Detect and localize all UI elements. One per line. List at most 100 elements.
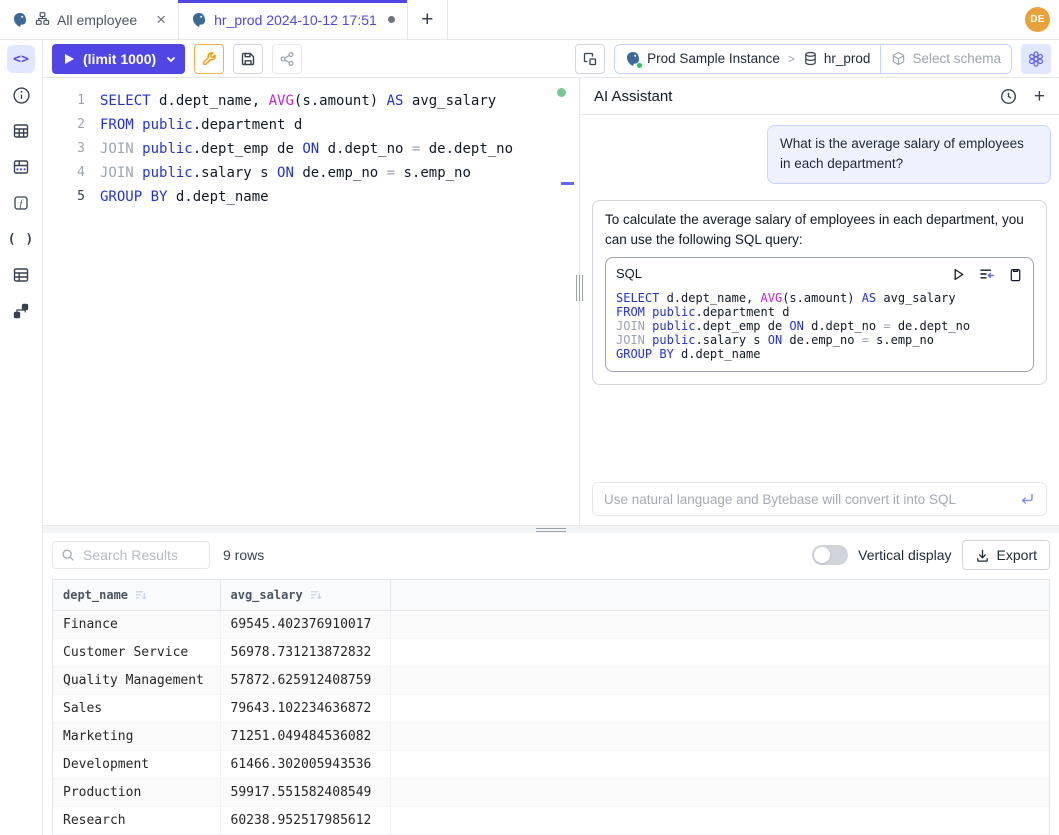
export-label: Export	[997, 547, 1037, 563]
close-tab-icon[interactable]: ×	[156, 11, 166, 28]
table-cell[interactable]: Research	[53, 806, 220, 834]
function-icon[interactable]: f	[7, 189, 35, 217]
ai-chat-area: What is the average salary of employees …	[580, 115, 1059, 474]
new-tab-button[interactable]: +	[408, 0, 448, 39]
table-cell[interactable]: 57872.625912408759	[220, 666, 390, 694]
code-line: JOIN public.dept_emp de ON d.dept_no = d…	[100, 137, 513, 161]
share-button[interactable]	[272, 44, 302, 74]
run-query-button[interactable]: (limit 1000)	[52, 44, 185, 74]
search-results-input[interactable]	[81, 546, 191, 564]
panel-divider	[579, 78, 580, 525]
table-cell[interactable]: Marketing	[53, 722, 220, 750]
assistant-sql-code: SELECT d.dept_name, AVG(s.amount) AS avg…	[616, 291, 1023, 361]
table-cell[interactable]: 69545.402376910017	[220, 610, 390, 638]
tab-bar: All employee × hr_prod 2024-10-12 17:51 …	[0, 0, 1059, 40]
table-cell[interactable]: Quality Management	[53, 666, 220, 694]
play-icon	[65, 54, 74, 64]
history-clock-icon[interactable]	[1000, 88, 1017, 105]
new-chat-icon[interactable]: +	[1034, 87, 1045, 106]
table-cell[interactable]: Production	[53, 778, 220, 806]
results-divider	[43, 525, 1059, 533]
run-button-label: (limit 1000)	[83, 51, 156, 67]
sql-block-label: SQL	[616, 264, 642, 284]
export-button[interactable]: Export	[962, 540, 1050, 570]
shared-worksheet-icon	[35, 11, 50, 29]
run-sql-icon[interactable]	[951, 267, 966, 282]
table-row[interactable]: Production59917.551582408549	[53, 778, 1049, 806]
table-row[interactable]: Finance69545.402376910017	[53, 610, 1049, 638]
table-data-icon[interactable]	[7, 153, 35, 181]
openai-icon	[1027, 50, 1045, 68]
search-results-box[interactable]	[52, 541, 210, 569]
ai-assistant-button[interactable]	[1021, 44, 1051, 74]
table-row[interactable]: Sales79643.102234636872	[53, 694, 1049, 722]
table-cell-filler	[390, 666, 1049, 694]
assistant-intro-text: To calculate the average salary of emplo…	[605, 212, 1024, 247]
chevron-down-icon	[165, 53, 177, 65]
connection-instance-database[interactable]: Prod Sample Instance > hr_prod	[615, 45, 880, 73]
copy-sql-icon[interactable]	[1008, 267, 1023, 282]
database-icon	[803, 51, 818, 66]
table-cell-filler	[390, 778, 1049, 806]
ai-prompt-input[interactable]: Use natural language and Bytebase will c…	[592, 482, 1047, 516]
table-cell[interactable]: Development	[53, 750, 220, 778]
table-cell[interactable]: 79643.102234636872	[220, 694, 390, 722]
line-number-gutter: 12345	[43, 89, 85, 525]
share-icon	[279, 51, 295, 67]
code-line: JOIN public.salary s ON de.emp_no = s.em…	[100, 161, 513, 185]
save-button[interactable]	[233, 44, 263, 74]
table-cell-filler	[390, 750, 1049, 778]
connection-breadcrumb[interactable]: Prod Sample Instance > hr_prod Select sc…	[614, 44, 1012, 74]
explain-wrench-button[interactable]	[194, 44, 224, 74]
parentheses-icon[interactable]: ( )	[7, 225, 35, 253]
insert-into-editor-icon[interactable]	[979, 266, 995, 282]
table-cell-filler	[390, 722, 1049, 750]
table-row[interactable]: Research60238.952517985612	[53, 806, 1049, 834]
code-line: JOIN public.salary s ON de.emp_no = s.em…	[616, 333, 1023, 347]
table-cell[interactable]: Sales	[53, 694, 220, 722]
tab-hr-prod[interactable]: hr_prod 2024-10-12 17:51	[179, 0, 408, 39]
table-cell[interactable]: 59917.551582408549	[220, 778, 390, 806]
panel-resize-handle[interactable]	[575, 275, 584, 301]
table-cell[interactable]: 71251.049484536082	[220, 722, 390, 750]
postgres-icon	[191, 12, 207, 28]
table-row[interactable]: Quality Management57872.625912408759	[53, 666, 1049, 694]
table-cell[interactable]: 56978.731213872832	[220, 638, 390, 666]
line-number: 3	[43, 137, 85, 161]
table-cell-filler	[390, 610, 1049, 638]
tab-all-employee[interactable]: All employee ×	[0, 0, 179, 39]
schema-diagram-icon[interactable]	[7, 297, 35, 325]
editor-code[interactable]: SELECT d.dept_name, AVG(s.amount) AS avg…	[85, 89, 513, 525]
column-header-dept_name[interactable]: dept_name	[53, 580, 220, 610]
search-icon	[61, 548, 75, 562]
table-cell[interactable]: Finance	[53, 610, 220, 638]
results-panel: 9 rows Vertical display Export dept_name…	[43, 533, 1059, 835]
info-icon[interactable]	[7, 81, 35, 109]
format-sql-button[interactable]	[575, 44, 605, 74]
submit-return-icon[interactable]	[1019, 491, 1035, 507]
external-tables-icon[interactable]	[7, 261, 35, 289]
sql-editor[interactable]: 12345 SELECT d.dept_name, AVG(s.amount) …	[43, 78, 579, 525]
table-cell[interactable]: 60238.952517985612	[220, 806, 390, 834]
sidebar-item-sql-editor[interactable]: <>	[7, 45, 35, 73]
table-cell[interactable]: 61466.302005943536	[220, 750, 390, 778]
user-message-bubble: What is the average salary of employees …	[767, 125, 1051, 184]
results-toolbar: 9 rows Vertical display Export	[52, 539, 1050, 571]
vertical-display-toggle[interactable]	[812, 545, 848, 565]
table-row[interactable]: Customer Service56978.731213872832	[53, 638, 1049, 666]
editor-toolbar: (limit 1000)	[43, 40, 1059, 78]
tab-label: hr_prod 2024-10-12 17:51	[214, 12, 377, 28]
user-avatar[interactable]: DE	[1025, 7, 1050, 32]
table-row[interactable]: Marketing71251.049484536082	[53, 722, 1049, 750]
select-schema-label: Select schema	[912, 51, 1001, 66]
select-schema-button[interactable]: Select schema	[880, 45, 1011, 73]
vertical-display-label: Vertical display	[858, 547, 951, 563]
column-header-avg_salary[interactable]: avg_salary	[220, 580, 390, 610]
code-line: FROM public.department d	[100, 113, 513, 137]
results-resize-handle[interactable]	[536, 528, 566, 534]
tables-icon[interactable]	[7, 117, 35, 145]
column-header-filler	[390, 580, 1049, 610]
download-icon	[975, 548, 990, 563]
table-row[interactable]: Development61466.302005943536	[53, 750, 1049, 778]
table-cell[interactable]: Customer Service	[53, 638, 220, 666]
